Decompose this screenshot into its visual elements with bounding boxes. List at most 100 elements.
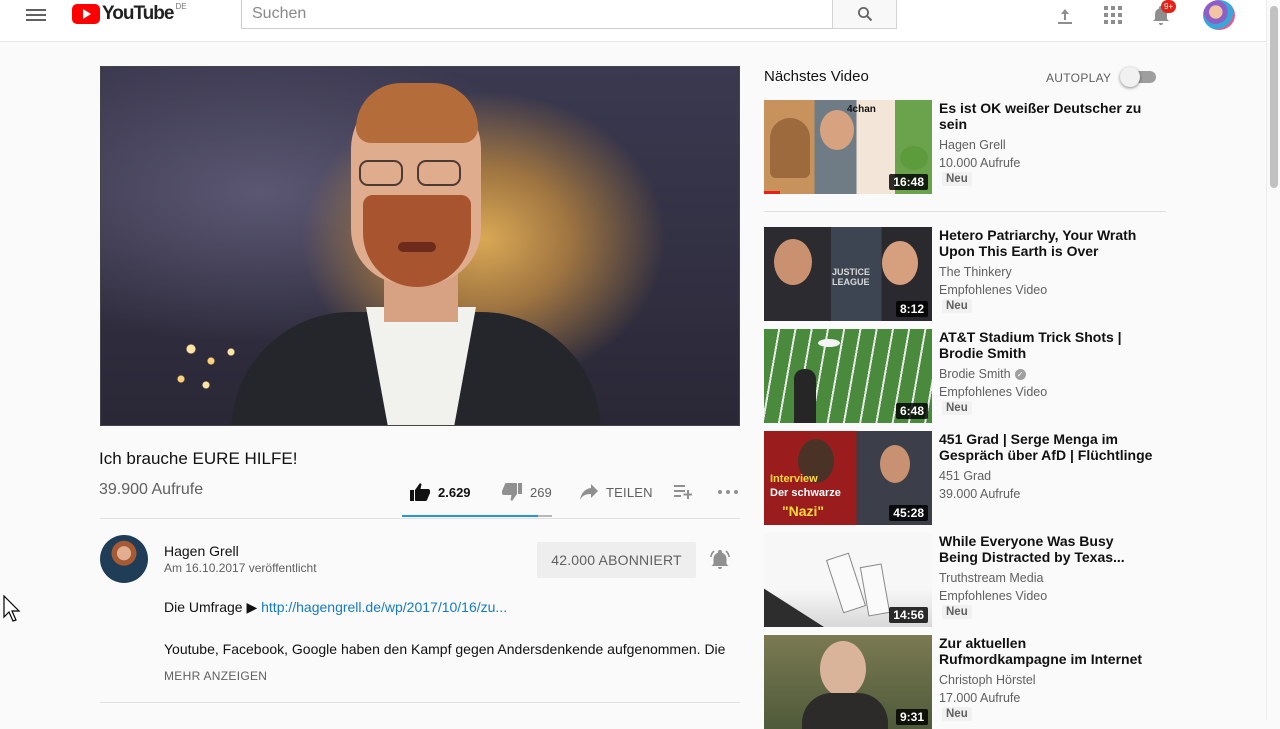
show-more-button[interactable]: MEHR ANZEIGEN [164, 669, 267, 683]
divider [764, 211, 1166, 212]
sentiment-bar [402, 515, 552, 517]
channel-name: 451 Grad [939, 469, 992, 483]
channel-name: Christoph Hörstel [939, 673, 1036, 687]
video-duration: 6:48 [895, 403, 928, 419]
subscribed-button[interactable]: 42.000 ABONNIERT [537, 542, 696, 578]
new-badge: Neu [942, 299, 972, 313]
video-actions: 2.629 269 TEILEN [402, 478, 746, 506]
notification-count-badge: 9+ [1161, 0, 1177, 13]
view-count: 39.900 Aufrufe [99, 481, 204, 498]
verified-icon: ✓ [1014, 369, 1026, 381]
video-title[interactable]: AT&T Stadium Trick Shots | Brodie Smith [939, 329, 1154, 361]
video-title[interactable]: 451 Grad | Serge Menga im Gespräch über … [939, 431, 1154, 463]
search-button[interactable] [832, 0, 897, 29]
dislike-button[interactable]: 269 [502, 483, 580, 501]
video-meta: 17.000 Aufrufe [939, 691, 1021, 705]
thumbnail-figure [802, 693, 888, 729]
video-thumbnail[interactable]: JUSTICE LEAGUE 8:12 [764, 227, 932, 321]
share-button[interactable]: TEILEN [580, 484, 674, 500]
thumbnail-label: "Nazi" [782, 503, 825, 519]
new-badge: Neu [942, 605, 972, 619]
video-duration: 9:31 [895, 709, 928, 725]
more-icon [718, 490, 738, 494]
video-meta: 10.000 Aufrufe [939, 156, 1021, 170]
recommended-video[interactable]: 4chan 16:48 Es ist OK weißer Deutscher z… [764, 100, 1164, 194]
search-icon [857, 7, 872, 22]
video-duration: 14:56 [889, 607, 928, 623]
thumbnail-frisbee [818, 339, 840, 347]
thumbnail-face [882, 241, 918, 285]
thumb-down-icon [502, 483, 522, 501]
add-to-playlist-icon [674, 485, 692, 499]
thumb-up-icon [410, 483, 430, 501]
video-frame-hair [356, 83, 478, 143]
recommended-video[interactable]: 9:31 Zur aktuellen Rufmordkampagne im In… [764, 635, 1164, 729]
video-thumbnail[interactable]: 9:31 [764, 635, 932, 729]
channel-avatar[interactable] [100, 535, 148, 583]
video-title[interactable]: Hetero Patriarchy, Your Wrath Upon This … [939, 227, 1154, 259]
add-to-playlist-button[interactable] [674, 485, 718, 499]
video-meta: 39.000 Aufrufe [939, 487, 1021, 501]
video-duration: 16:48 [889, 174, 928, 190]
apps-icon[interactable] [1101, 4, 1125, 26]
recommended-video[interactable]: Interview Der schwarze "Nazi" 45:28 451 … [764, 431, 1164, 525]
like-button[interactable]: 2.629 [402, 483, 502, 501]
video-frame-glasses-left [359, 160, 403, 186]
thumbnail-frog [900, 146, 928, 170]
search-input[interactable]: Suchen [241, 0, 833, 29]
video-thumbnail[interactable]: Interview Der schwarze "Nazi" 45:28 [764, 431, 932, 525]
thumbnail-face [820, 641, 866, 697]
recommended-video[interactable]: JUSTICE LEAGUE 8:12 Hetero Patriarchy, Y… [764, 227, 1164, 321]
channel-name: The Thinkery [939, 265, 1012, 279]
thumbnail-domino [859, 563, 891, 617]
thumbnail-face [774, 239, 812, 285]
up-next-heading: Nächstes Video [764, 68, 869, 85]
page-scrollbar[interactable] [1266, 0, 1280, 720]
video-frame-mouth [398, 242, 436, 252]
sentiment-bar-likes [402, 515, 539, 517]
thumbnail-face [820, 110, 854, 150]
channel-name-text: Brodie Smith [939, 367, 1011, 381]
more-actions-button[interactable] [718, 490, 746, 494]
autoplay-toggle[interactable] [1120, 67, 1158, 87]
video-meta: Empfohlenes Video [939, 283, 1048, 297]
description-line-1: Die Umfrage ▶ http://hagengrell.de/wp/20… [164, 599, 507, 616]
recommended-video[interactable]: 14:56 While Everyone Was Busy Being Dist… [764, 533, 1164, 627]
youtube-play-icon [72, 4, 100, 24]
thumbnail-figure [794, 369, 816, 423]
menu-icon[interactable] [26, 6, 46, 22]
thumbnail-label: Der schwarze [770, 487, 841, 499]
video-thumbnail[interactable]: 4chan 16:48 [764, 100, 932, 194]
video-thumbnail[interactable]: 14:56 [764, 533, 932, 627]
thumbnail-label: JUSTICE LEAGUE [832, 267, 871, 287]
divider [100, 518, 740, 519]
video-frame-glasses-right [417, 160, 461, 186]
description-link[interactable]: http://hagengrell.de/wp/2017/10/16/zu... [261, 599, 507, 615]
thumbnail-label: 4chan [847, 104, 876, 115]
video-title[interactable]: While Everyone Was Busy Being Distracted… [939, 533, 1154, 565]
channel-name: Truthstream Media [939, 571, 1044, 585]
published-date: Am 16.10.2017 veröffentlicht [164, 561, 317, 575]
thumbnail-domino [825, 552, 867, 614]
autoplay-toggle-knob [1120, 67, 1140, 87]
new-badge: Neu [942, 401, 972, 415]
mouse-cursor-icon [3, 595, 21, 622]
channel-name: Hagen Grell [939, 138, 1006, 152]
video-duration: 8:12 [895, 301, 928, 317]
divider [100, 702, 740, 703]
notification-bell-button[interactable] [708, 548, 732, 572]
thumbnail-shadow [764, 588, 824, 627]
youtube-logo[interactable]: YouTube DE [72, 2, 187, 24]
video-title[interactable]: Zur aktuellen Rufmordkampagne im Interne… [939, 635, 1154, 667]
video-player[interactable] [100, 66, 740, 426]
new-badge: Neu [942, 707, 972, 721]
channel-name: Brodie Smith ✓ [939, 365, 1026, 383]
recommended-video[interactable]: 6:48 AT&T Stadium Trick Shots | Brodie S… [764, 329, 1164, 423]
channel-name[interactable]: Hagen Grell [164, 543, 239, 559]
scrollbar-thumb[interactable] [1270, 6, 1278, 188]
upload-icon[interactable] [1053, 4, 1077, 26]
video-thumbnail[interactable]: 6:48 [764, 329, 932, 423]
video-title: Ich brauche EURE HILFE! [99, 449, 298, 468]
account-avatar[interactable] [1203, 0, 1235, 30]
video-title[interactable]: Es ist OK weißer Deutscher zu sein [939, 100, 1154, 132]
